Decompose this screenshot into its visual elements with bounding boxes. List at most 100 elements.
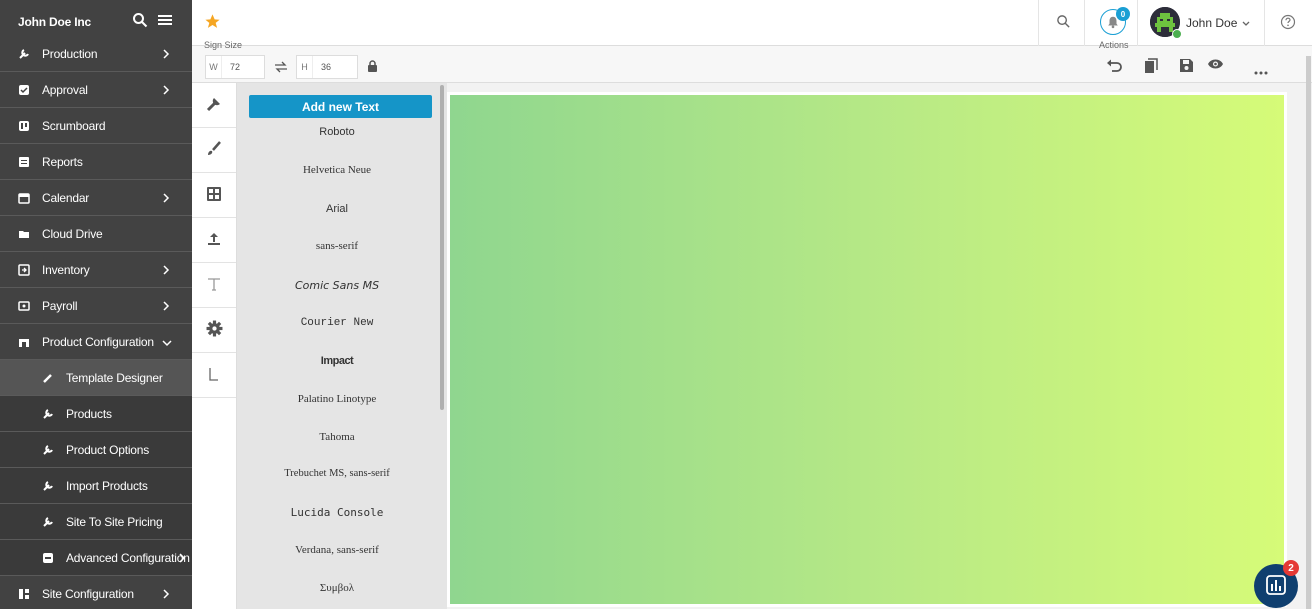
sidebar-item-reports[interactable]: Reports (0, 144, 192, 180)
upload-icon (206, 231, 222, 250)
sidebar-item-approval[interactable]: Approval (0, 72, 192, 108)
help-icon[interactable] (1280, 14, 1296, 33)
sidebar-item-template-designer[interactable]: Template Designer (0, 360, 192, 396)
sidebar-item-site-to-site-pricing[interactable]: Site To Site Pricing (0, 504, 192, 540)
sidebar-item-import-products[interactable]: Import Products (0, 468, 192, 504)
sidebar-item-product-options[interactable]: Product Options (0, 432, 192, 468)
wrench-icon (42, 516, 54, 528)
font-option[interactable]: sans-serif (237, 240, 437, 252)
sidebar-item-payroll[interactable]: Payroll (0, 288, 192, 324)
width-value[interactable]: 72 (222, 62, 240, 72)
width-prefix: W (206, 56, 222, 78)
actions-label: Actions (1099, 40, 1129, 50)
sidebar-item-label: Reports (42, 154, 83, 169)
font-option[interactable]: Roboto (237, 126, 437, 138)
divider (1084, 0, 1085, 46)
chat-badge: 2 (1283, 560, 1299, 576)
swap-icon[interactable] (274, 61, 288, 76)
preview-eye-icon[interactable] (1207, 58, 1224, 73)
search-icon[interactable] (1056, 14, 1071, 32)
wrench-icon (18, 48, 30, 60)
notification-badge: 0 (1116, 7, 1130, 21)
chevron-right-icon (162, 588, 170, 599)
height-prefix: H (297, 56, 313, 78)
payroll-icon (18, 300, 30, 312)
sidebar-item-label: Template Designer (66, 370, 163, 385)
sidebar-item-site-configuration[interactable]: Site Configuration (0, 576, 192, 609)
design-canvas[interactable] (447, 92, 1287, 607)
sidebar-item-label: Import Products (66, 478, 148, 493)
sidebar-item-products[interactable]: Products (0, 396, 192, 432)
height-field[interactable]: H 36 (296, 55, 358, 79)
text-panel: Add new Text Roboto Helvetica Neue Arial… (237, 83, 447, 609)
undo-icon[interactable] (1106, 58, 1122, 75)
sidebar-item-inventory[interactable]: Inventory (0, 252, 192, 288)
more-icon[interactable] (1254, 64, 1268, 78)
sidebar-item-label: Payroll (42, 298, 78, 313)
save-icon[interactable] (1179, 58, 1194, 76)
tool-settings[interactable] (192, 308, 236, 353)
sidebar-item-product-configuration[interactable]: Product Configuration (0, 324, 192, 360)
copy-icon[interactable] (1144, 58, 1158, 77)
board-icon (18, 120, 30, 132)
brand-name: John Doe Inc (18, 15, 91, 29)
divider (1038, 0, 1039, 46)
chevron-right-icon (162, 192, 170, 203)
tool-text[interactable] (192, 263, 236, 308)
menu-icon[interactable] (157, 12, 177, 32)
tool-line[interactable] (192, 353, 236, 398)
grid-icon (18, 588, 30, 600)
star-icon[interactable] (204, 13, 221, 33)
pencil-icon (42, 372, 54, 384)
font-option[interactable]: Συμβολ (237, 582, 437, 594)
font-list-scrollbar[interactable] (440, 85, 444, 410)
calendar-icon (18, 192, 30, 204)
sidebar-item-production[interactable]: Production (0, 36, 192, 72)
sidebar-item-label: Product Options (66, 442, 150, 457)
tool-column (192, 83, 237, 609)
wrench-icon (42, 444, 54, 456)
font-option[interactable]: Palatino Linotype (237, 393, 437, 405)
lock-icon[interactable] (367, 60, 378, 76)
sidebar-item-label: Inventory (42, 262, 90, 277)
canvas-area (447, 83, 1312, 609)
font-option[interactable]: Impact (237, 355, 437, 367)
width-field[interactable]: W 72 (205, 55, 265, 79)
sidebar-item-advanced-configuration[interactable]: Advanced Configuration (0, 540, 192, 576)
font-option[interactable]: Trebuchet MS, sans-serif (237, 468, 437, 479)
height-value[interactable]: 36 (313, 62, 331, 72)
font-option[interactable]: Verdana, sans-serif (237, 544, 437, 556)
sidebar-item-scrumboard[interactable]: Scrumboard (0, 108, 192, 144)
divider (1137, 0, 1138, 46)
tool-tools[interactable] (192, 83, 236, 128)
sidebar-item-label: Advanced Configuration (66, 550, 190, 565)
font-option[interactable]: Tahoma (237, 431, 437, 443)
font-option[interactable]: Helvetica Neue (237, 164, 437, 176)
text-icon (206, 276, 222, 295)
design-toolbar: Sign Size W 72 H 36 Actions (192, 40, 1312, 83)
top-bar: 0 John Doe (192, 0, 1312, 46)
sidebar-item-cloud-drive[interactable]: Cloud Drive (0, 216, 192, 252)
line-tool-icon (207, 366, 221, 385)
user-name[interactable]: John Doe (1186, 16, 1237, 30)
search-icon[interactable] (132, 12, 152, 32)
font-option[interactable]: Arial (237, 203, 437, 215)
box-icon (42, 552, 54, 564)
chevron-right-icon (178, 552, 186, 563)
gear-icon (206, 320, 223, 340)
sidebar-item-label: Product Configuration (42, 334, 154, 349)
tool-layout[interactable] (192, 173, 236, 218)
tool-upload[interactable] (192, 218, 236, 263)
sidebar-item-calendar[interactable]: Calendar (0, 180, 192, 216)
bar-chart-icon (1266, 574, 1286, 598)
font-option[interactable]: Lucida Console (237, 506, 437, 519)
page-scrollbar[interactable] (1306, 56, 1311, 609)
add-new-text-button[interactable]: Add new Text (249, 95, 432, 118)
font-option[interactable]: Courier New (237, 317, 437, 329)
wrench-icon (205, 95, 223, 116)
tool-brush[interactable] (192, 128, 236, 173)
chevron-down-icon[interactable] (1241, 17, 1251, 31)
online-status-icon (1172, 29, 1182, 39)
font-option[interactable]: Comic Sans MS (237, 279, 437, 292)
brush-icon (205, 140, 223, 161)
